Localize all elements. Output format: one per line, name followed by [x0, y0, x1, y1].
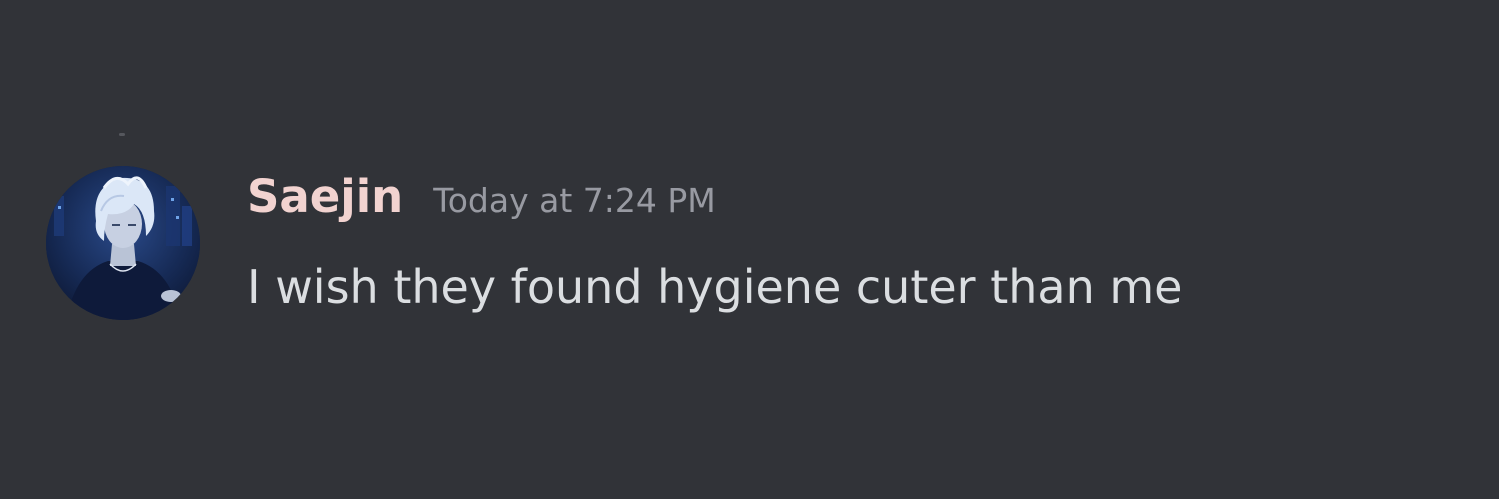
message-header: Saejin Today at 7:24 PM: [247, 170, 716, 234]
message-timestamp[interactable]: Today at 7:24 PM: [433, 181, 716, 220]
author-avatar[interactable]: [46, 166, 200, 320]
message-content: I wish they found hygiene cuter than me: [247, 260, 1183, 314]
chat-message: Saejin Today at 7:24 PM I wish they found…: [0, 0, 1499, 499]
avatar-icon: [46, 166, 200, 320]
divider-mark: [119, 133, 125, 136]
author-username[interactable]: Saejin: [247, 170, 403, 223]
